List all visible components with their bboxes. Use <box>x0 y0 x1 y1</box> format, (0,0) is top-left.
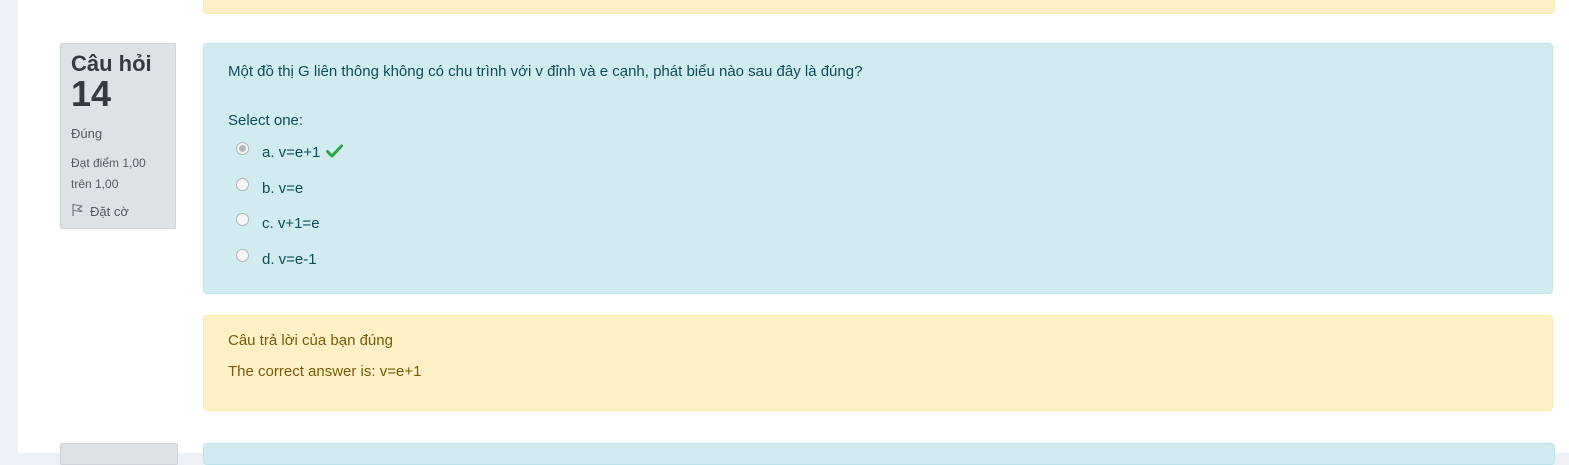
answer-label-d: d. v=e-1 <box>262 250 317 268</box>
answer-label-a: a. v=e+1 <box>262 144 321 162</box>
answer-radio-a[interactable] <box>236 142 249 156</box>
answer-radio-d[interactable] <box>236 248 249 262</box>
answer-options: a. v=e+1 b. v=e c. v+1=e d. v=e-1 <box>228 135 1528 277</box>
question-number: 14 <box>71 73 112 114</box>
answer-option-b[interactable]: b. v=e <box>228 171 1528 207</box>
question-grade: Đạt điểm 1,00 trên 1,00 <box>71 156 146 191</box>
specific-feedback: Câu trả lời của bạn đúng <box>228 332 393 349</box>
question-info: Câu hỏi 14 Đúng Đạt điểm 1,00 trên 1,00 … <box>60 43 176 229</box>
answer-option-c[interactable]: c. v+1=e <box>228 206 1528 242</box>
next-question-content <box>203 443 1555 465</box>
answer-label-b: b. v=e <box>262 179 304 197</box>
answer-option-a[interactable]: a. v=e+1 <box>228 135 1528 171</box>
next-question-info <box>60 443 178 465</box>
quiz-review-page: Câu hỏi 14 Đúng Đạt điểm 1,00 trên 1,00 … <box>18 0 1569 465</box>
flag-icon <box>71 203 84 220</box>
answer-radio-c[interactable] <box>236 213 249 227</box>
question-text: Một đồ thị G liên thông không có chu trì… <box>228 63 863 80</box>
answer-radio-b[interactable] <box>236 177 249 191</box>
answer-feedback: Câu trả lời của bạn đúng The correct ans… <box>203 315 1553 411</box>
answer-option-d[interactable]: d. v=e-1 <box>228 242 1528 278</box>
select-prompt: Select one: <box>228 112 304 129</box>
right-answer: The correct answer is: v=e+1 <box>228 363 422 380</box>
previous-question-feedback <box>203 0 1555 14</box>
answer-label-c: c. v+1=e <box>262 215 320 233</box>
flag-question-button[interactable]: Đặt cờ <box>71 203 165 220</box>
flag-label: Đặt cờ <box>90 204 129 219</box>
question-content: Một đồ thị G liên thông không có chu trì… <box>203 43 1553 294</box>
correct-check-icon <box>326 144 344 162</box>
question-state: Đúng <box>71 126 103 141</box>
